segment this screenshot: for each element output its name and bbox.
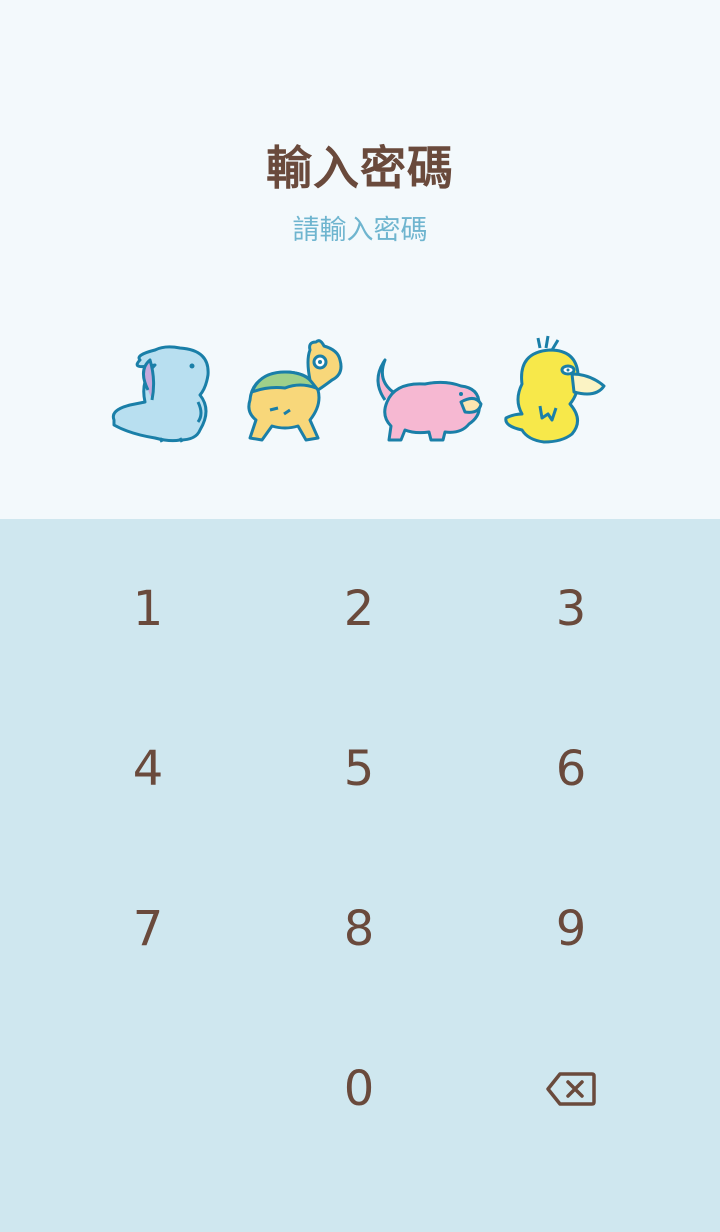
key-1[interactable]: 1 — [48, 544, 248, 674]
key-8[interactable]: 8 — [259, 864, 459, 994]
slowpoke-icon — [376, 358, 483, 442]
page-title: 輸入密碼 — [266, 141, 454, 195]
key-6[interactable]: 6 — [471, 704, 671, 834]
psyduck-icon — [504, 335, 606, 444]
key-2[interactable]: 2 — [259, 544, 459, 674]
key-9[interactable]: 9 — [471, 864, 671, 994]
quagsire-icon — [111, 345, 210, 443]
backspace-button[interactable] — [471, 1024, 671, 1154]
page-subtitle: 請輸入密碼 — [292, 215, 428, 246]
mascot-row — [111, 335, 606, 444]
header-area: 輸入密碼 請輸入密碼 — [0, 0, 720, 519]
key-4[interactable]: 4 — [48, 704, 248, 834]
backspace-icon — [546, 1072, 596, 1106]
number-keypad: 1 2 3 4 5 6 7 8 9 0 — [0, 519, 720, 1232]
key-0[interactable]: 0 — [259, 1024, 459, 1154]
key-3[interactable]: 3 — [471, 544, 671, 674]
key-7[interactable]: 7 — [48, 864, 248, 994]
numel-icon — [247, 339, 343, 442]
key-5[interactable]: 5 — [259, 704, 459, 834]
